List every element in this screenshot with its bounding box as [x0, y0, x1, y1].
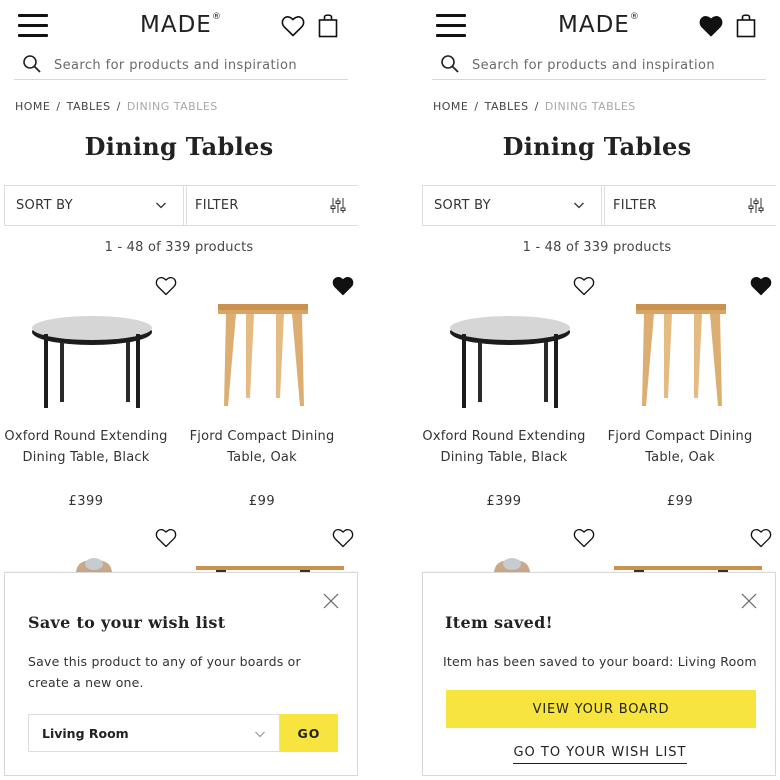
- go-button[interactable]: GO: [280, 714, 338, 752]
- header: MADE®: [0, 0, 358, 52]
- screen-save-to-wishlist: MADE® HOME / TABLES / DINING TABLES Dining T…: [0, 0, 358, 780]
- page-title: Dining Tables: [502, 132, 692, 161]
- product-image-round-table[interactable]: [432, 290, 582, 420]
- product-name[interactable]: Fjord Compact Dining Table, Oak: [594, 426, 766, 468]
- breadcrumb-current: DINING TABLES: [126, 100, 218, 113]
- product-price: £99: [248, 494, 276, 509]
- screen-item-saved: MADE® HOME / TABLES / DINING TABLES Dining T…: [418, 0, 776, 780]
- product-image-oak-table[interactable]: [186, 290, 336, 420]
- close-icon[interactable]: [323, 593, 339, 609]
- sort-dropdown[interactable]: SORT BY: [4, 186, 184, 225]
- board-select[interactable]: Living Room: [28, 714, 280, 752]
- dialog-title: Item saved!: [445, 613, 553, 632]
- product-image-oak-table[interactable]: [604, 290, 754, 420]
- dialog-body: Save this product to any of your boards …: [28, 654, 301, 690]
- heart-icon[interactable]: [573, 528, 595, 548]
- logo[interactable]: MADE®: [558, 12, 640, 38]
- save-to-wishlist-dialog: Save to your wish list Save this product…: [4, 572, 358, 776]
- breadcrumb-separator: /: [116, 100, 121, 113]
- breadcrumb-home[interactable]: HOME: [15, 100, 50, 113]
- close-icon[interactable]: [741, 593, 757, 609]
- filter-label: FILTER: [613, 198, 657, 213]
- product-name[interactable]: Oxford Round Extending Dining Table, Bla…: [418, 426, 590, 468]
- sort-label: SORT BY: [434, 198, 491, 213]
- sliders-icon: [330, 198, 346, 213]
- search-bar: [14, 52, 348, 80]
- product-image-round-table[interactable]: [14, 290, 164, 420]
- dialog-body: Item has been saved to your board: Livin…: [443, 654, 757, 669]
- bag-icon[interactable]: [318, 12, 338, 38]
- product-price: £399: [486, 494, 522, 509]
- breadcrumb-home[interactable]: HOME: [433, 100, 468, 113]
- heart-icon[interactable]: [332, 528, 354, 548]
- board-select-value: Living Room: [42, 726, 129, 741]
- filter-button[interactable]: FILTER: [604, 186, 776, 225]
- product-name[interactable]: Fjord Compact Dining Table, Oak: [176, 426, 348, 468]
- breadcrumb: HOME / TABLES / DINING TABLES: [433, 100, 636, 113]
- breadcrumb-separator: /: [56, 100, 61, 113]
- breadcrumb-current: DINING TABLES: [544, 100, 636, 113]
- sort-dropdown[interactable]: SORT BY: [422, 186, 602, 225]
- results-count: 1 - 48 of 339 products: [522, 240, 672, 255]
- breadcrumb-tables[interactable]: TABLES: [485, 100, 529, 113]
- breadcrumb-separator: /: [474, 100, 479, 113]
- search-input[interactable]: [472, 54, 762, 76]
- filter-button[interactable]: FILTER: [186, 186, 358, 225]
- logo[interactable]: MADE®: [140, 12, 222, 38]
- sort-label: SORT BY: [16, 198, 73, 213]
- sort-filter-bar: SORT BY FILTER: [4, 185, 358, 226]
- menu-icon[interactable]: [18, 14, 48, 38]
- heart-icon[interactable]: [750, 528, 772, 548]
- sort-filter-bar: SORT BY FILTER: [422, 185, 776, 226]
- search-bar: [432, 52, 766, 80]
- heart-icon[interactable]: [155, 528, 177, 548]
- wishlist-link-label: GO TO YOUR WISH LIST: [513, 745, 687, 764]
- product-price: £399: [68, 494, 104, 509]
- header: MADE®: [418, 0, 776, 52]
- page-title: Dining Tables: [84, 132, 274, 161]
- view-board-button[interactable]: VIEW YOUR BOARD: [446, 690, 756, 728]
- heart-filled-icon[interactable]: [699, 15, 723, 37]
- wishlist-link[interactable]: GO TO YOUR WISH LIST: [423, 743, 776, 764]
- chevron-down-icon: [255, 731, 265, 738]
- chevron-down-icon: [574, 202, 584, 209]
- results-count: 1 - 48 of 339 products: [104, 240, 254, 255]
- sliders-icon: [748, 198, 764, 213]
- breadcrumb: HOME / TABLES / DINING TABLES: [15, 100, 218, 113]
- dialog-title: Save to your wish list: [28, 613, 226, 632]
- breadcrumb-tables[interactable]: TABLES: [67, 100, 111, 113]
- breadcrumb-separator: /: [534, 100, 539, 113]
- heart-icon[interactable]: [281, 15, 305, 37]
- search-icon[interactable]: [22, 54, 42, 74]
- chevron-down-icon: [156, 202, 166, 209]
- product-price: £99: [666, 494, 694, 509]
- search-icon[interactable]: [440, 54, 460, 74]
- filter-label: FILTER: [195, 198, 239, 213]
- bag-icon[interactable]: [736, 12, 756, 38]
- search-input[interactable]: [54, 54, 344, 76]
- product-name[interactable]: Oxford Round Extending Dining Table, Bla…: [0, 426, 172, 468]
- item-saved-dialog: Item saved! Item has been saved to your …: [422, 572, 776, 776]
- menu-icon[interactable]: [436, 14, 466, 38]
